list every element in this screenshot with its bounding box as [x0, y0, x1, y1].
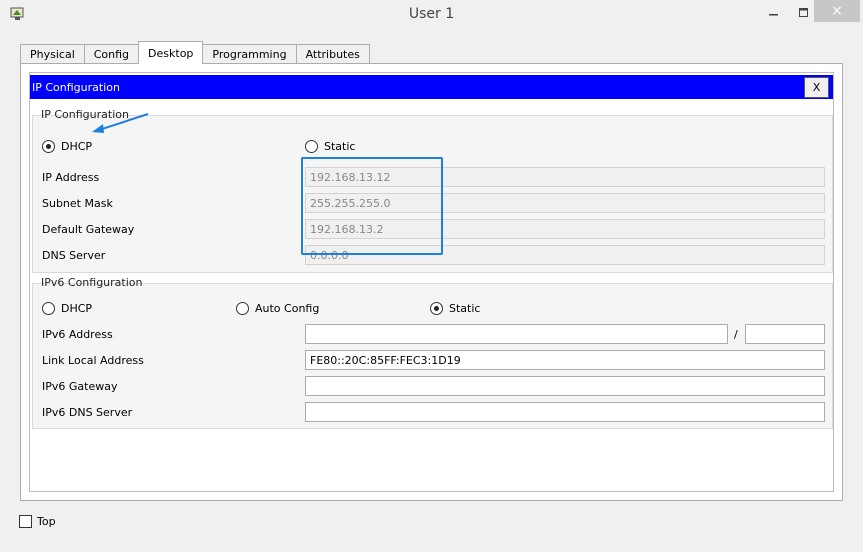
ipv6-auto-config-radio[interactable]: Auto Config: [236, 302, 319, 315]
close-window-button[interactable]: ×: [814, 0, 860, 22]
ipv6-address-label: IPv6 Address: [42, 328, 113, 341]
ip-configuration-window: IP Configuration X IP Configuration DHCP…: [29, 72, 834, 492]
ipv4-static-radio[interactable]: Static: [305, 140, 355, 153]
ip-address-label: IP Address: [42, 171, 100, 184]
radio-unselected-icon: [305, 140, 318, 153]
dns-server-label: DNS Server: [42, 249, 106, 262]
tab-attributes[interactable]: Attributes: [295, 44, 370, 64]
ip-config-close-button[interactable]: X: [804, 77, 829, 98]
radio-selected-icon: [42, 140, 55, 153]
tab-programming[interactable]: Programming: [202, 44, 297, 64]
ipv4-static-label: Static: [324, 140, 356, 153]
link-local-address-label: Link Local Address: [42, 354, 144, 367]
ipv6-dns-server-label: IPv6 DNS Server: [42, 406, 133, 419]
ip-config-header-title: IP Configuration: [32, 80, 120, 94]
ipv4-group: IP Configuration DHCP Static IP Address …: [32, 108, 833, 273]
close-icon: ×: [831, 3, 843, 19]
dns-server-field[interactable]: 0.0.0.0: [305, 245, 825, 265]
radio-unselected-icon: [236, 302, 249, 315]
minimize-button[interactable]: [760, 0, 788, 26]
ipv6-address-field[interactable]: [305, 324, 728, 344]
tab-physical[interactable]: Physical: [20, 44, 85, 64]
title-bar: User 1 ×: [0, 0, 863, 32]
ipv6-auto-config-label: Auto Config: [255, 302, 320, 315]
top-checkbox-label: Top: [37, 515, 56, 528]
minimize-icon: [769, 14, 778, 16]
ipv6-static-label: Static: [449, 302, 481, 315]
maximize-icon: [799, 8, 808, 17]
radio-unselected-icon: [42, 302, 55, 315]
subnet-mask-field[interactable]: 255.255.255.0: [305, 193, 825, 213]
link-local-address-field[interactable]: FE80::20C:85FF:FEC3:1D19: [305, 350, 825, 370]
ipv6-dhcp-label: DHCP: [61, 302, 93, 315]
ipv6-group-title: IPv6 Configuration: [41, 276, 143, 289]
checkbox-unchecked-icon: [19, 515, 32, 528]
prefix-separator: /: [734, 328, 738, 341]
default-gateway-label: Default Gateway: [42, 223, 135, 236]
ipv6-dns-server-field[interactable]: [305, 402, 825, 422]
ipv6-static-radio[interactable]: Static: [430, 302, 480, 315]
tab-bar: Physical Config Desktop Programming Attr…: [20, 41, 370, 64]
ip-address-field[interactable]: 192.168.13.12: [305, 167, 825, 187]
ipv6-prefix-field[interactable]: [745, 324, 825, 344]
annotation-arrow-icon: [92, 113, 149, 133]
ipv4-dhcp-radio[interactable]: DHCP: [42, 140, 92, 153]
ipv6-gateway-label: IPv6 Gateway: [42, 380, 118, 393]
radio-selected-icon: [430, 302, 443, 315]
ipv4-dhcp-label: DHCP: [61, 140, 93, 153]
ipv6-gateway-field[interactable]: [305, 376, 825, 396]
desktop-tab-panel: IP Configuration X IP Configuration DHCP…: [20, 63, 843, 501]
ip-config-header: IP Configuration X: [30, 75, 833, 99]
ipv6-group: IPv6 Configuration DHCP Auto Config Stat…: [32, 276, 833, 429]
default-gateway-field[interactable]: 192.168.13.2: [305, 219, 825, 239]
ipv6-dhcp-radio[interactable]: DHCP: [42, 302, 92, 315]
tab-desktop[interactable]: Desktop: [138, 41, 204, 64]
top-checkbox[interactable]: Top: [19, 515, 56, 528]
window-title: User 1: [408, 6, 455, 22]
tab-config[interactable]: Config: [83, 44, 140, 64]
subnet-mask-label: Subnet Mask: [42, 197, 113, 210]
